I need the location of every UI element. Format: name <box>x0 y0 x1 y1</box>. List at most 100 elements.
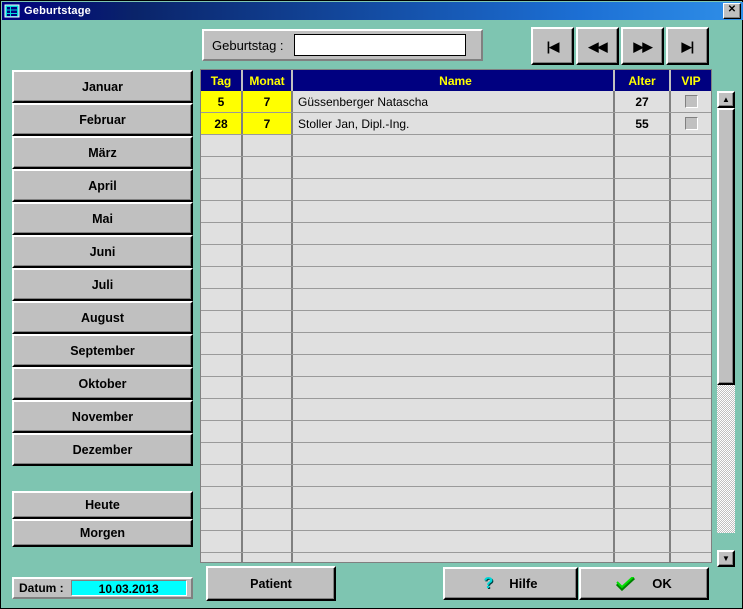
table-row[interactable]: 28 7 Stoller Jan, Dipl.-Ing. 55 <box>201 113 711 135</box>
nav-next-button[interactable]: ▶▶ <box>621 27 664 65</box>
ok-button[interactable]: OK <box>579 567 709 600</box>
cell-vip <box>671 91 711 112</box>
cell-monat <box>243 509 293 530</box>
cell-name <box>293 267 615 288</box>
cell-name <box>293 245 615 266</box>
cell-vip <box>671 421 711 442</box>
cell-name: Güssenberger Natascha <box>293 91 615 112</box>
nav-last-button[interactable]: ▶| <box>666 27 709 65</box>
table-row[interactable] <box>201 399 711 421</box>
column-header-monat[interactable]: Monat <box>243 70 293 91</box>
table-row[interactable] <box>201 179 711 201</box>
table-row[interactable] <box>201 443 711 465</box>
scrollbar-track[interactable] <box>717 108 735 533</box>
scroll-up-button[interactable]: ▲ <box>717 91 735 108</box>
nav-first-button[interactable]: |◀ <box>531 27 574 65</box>
cell-vip <box>671 377 711 398</box>
birthday-search-panel: Geburtstag : <box>202 29 483 61</box>
table-row[interactable] <box>201 531 711 553</box>
month-button-juni[interactable]: Juni <box>12 235 193 268</box>
patient-button-label: Patient <box>250 576 292 591</box>
table-row[interactable] <box>201 267 711 289</box>
patient-button[interactable]: Patient <box>206 566 336 601</box>
cell-monat <box>243 333 293 354</box>
month-button-maerz[interactable]: März <box>12 136 193 169</box>
cell-tag <box>201 201 243 222</box>
month-button-august[interactable]: August <box>12 301 193 334</box>
cell-monat <box>243 157 293 178</box>
table-row[interactable] <box>201 157 711 179</box>
record-navigation-bar: |◀ ◀◀ ▶▶ ▶| <box>531 27 709 65</box>
table-row[interactable] <box>201 333 711 355</box>
scroll-down-button[interactable]: ▼ <box>717 550 735 567</box>
cell-tag <box>201 487 243 508</box>
cell-monat <box>243 267 293 288</box>
today-button[interactable]: Heute <box>12 491 193 519</box>
table-row[interactable] <box>201 553 711 562</box>
table-row[interactable] <box>201 201 711 223</box>
scrollbar-thumb[interactable] <box>717 108 735 385</box>
table-row[interactable] <box>201 245 711 267</box>
table-vertical-scrollbar[interactable]: ▲ ▼ <box>717 91 735 567</box>
cell-vip <box>671 553 711 562</box>
month-button-dezember[interactable]: Dezember <box>12 433 193 466</box>
column-header-alter[interactable]: Alter <box>615 70 671 91</box>
cell-tag <box>201 443 243 464</box>
vip-checkbox[interactable] <box>684 95 698 108</box>
date-value: 10.03.2013 <box>70 580 187 596</box>
nav-prev-button[interactable]: ◀◀ <box>576 27 619 65</box>
month-button-september[interactable]: September <box>12 334 193 367</box>
birthday-search-label: Geburtstag : <box>212 37 284 53</box>
cell-alter <box>615 443 671 464</box>
cell-name: Stoller Jan, Dipl.-Ing. <box>293 113 615 134</box>
column-header-tag[interactable]: Tag <box>201 70 243 91</box>
birthday-search-input[interactable] <box>293 34 466 56</box>
table-row[interactable] <box>201 377 711 399</box>
cell-name <box>293 135 615 156</box>
birthday-table[interactable]: Tag Monat Name Alter VIP 5 7 Güssenberger … <box>200 69 712 563</box>
cell-monat <box>243 245 293 266</box>
cell-name <box>293 553 615 562</box>
table-row[interactable] <box>201 465 711 487</box>
month-button-november[interactable]: November <box>12 400 193 433</box>
cell-alter <box>615 355 671 376</box>
table-row[interactable] <box>201 223 711 245</box>
table-row[interactable]: 5 7 Güssenberger Natascha 27 <box>201 91 711 113</box>
help-button[interactable]: ? Hilfe <box>443 567 578 600</box>
column-header-name[interactable]: Name <box>293 70 615 91</box>
month-button-list: Januar Februar März April Mai Juni Juli … <box>12 70 193 466</box>
quick-day-button-list: Heute Morgen <box>12 491 193 547</box>
cell-monat <box>243 223 293 244</box>
table-row[interactable] <box>201 311 711 333</box>
cell-alter <box>615 333 671 354</box>
table-row[interactable] <box>201 355 711 377</box>
cell-name <box>293 531 615 552</box>
month-button-februar[interactable]: Februar <box>12 103 193 136</box>
table-row[interactable] <box>201 135 711 157</box>
cell-monat <box>243 377 293 398</box>
month-button-oktober[interactable]: Oktober <box>12 367 193 400</box>
cell-tag <box>201 267 243 288</box>
column-header-vip[interactable]: VIP <box>671 70 711 91</box>
month-button-april[interactable]: April <box>12 169 193 202</box>
month-button-mai[interactable]: Mai <box>12 202 193 235</box>
vip-checkbox[interactable] <box>684 117 698 130</box>
ok-button-label: OK <box>652 576 672 591</box>
close-button[interactable]: ✕ <box>723 3 741 19</box>
cell-name <box>293 223 615 244</box>
month-button-juli[interactable]: Juli <box>12 268 193 301</box>
question-mark-icon: ? <box>483 574 494 592</box>
table-row[interactable] <box>201 421 711 443</box>
cell-vip <box>671 311 711 332</box>
cell-vip <box>671 245 711 266</box>
month-button-januar[interactable]: Januar <box>12 70 193 103</box>
cell-alter <box>615 201 671 222</box>
cell-alter <box>615 311 671 332</box>
cell-vip <box>671 223 711 244</box>
help-button-label: Hilfe <box>509 576 538 591</box>
table-row[interactable] <box>201 289 711 311</box>
table-row[interactable] <box>201 509 711 531</box>
table-row[interactable] <box>201 487 711 509</box>
tomorrow-button[interactable]: Morgen <box>12 519 193 547</box>
cell-alter: 55 <box>615 113 671 134</box>
